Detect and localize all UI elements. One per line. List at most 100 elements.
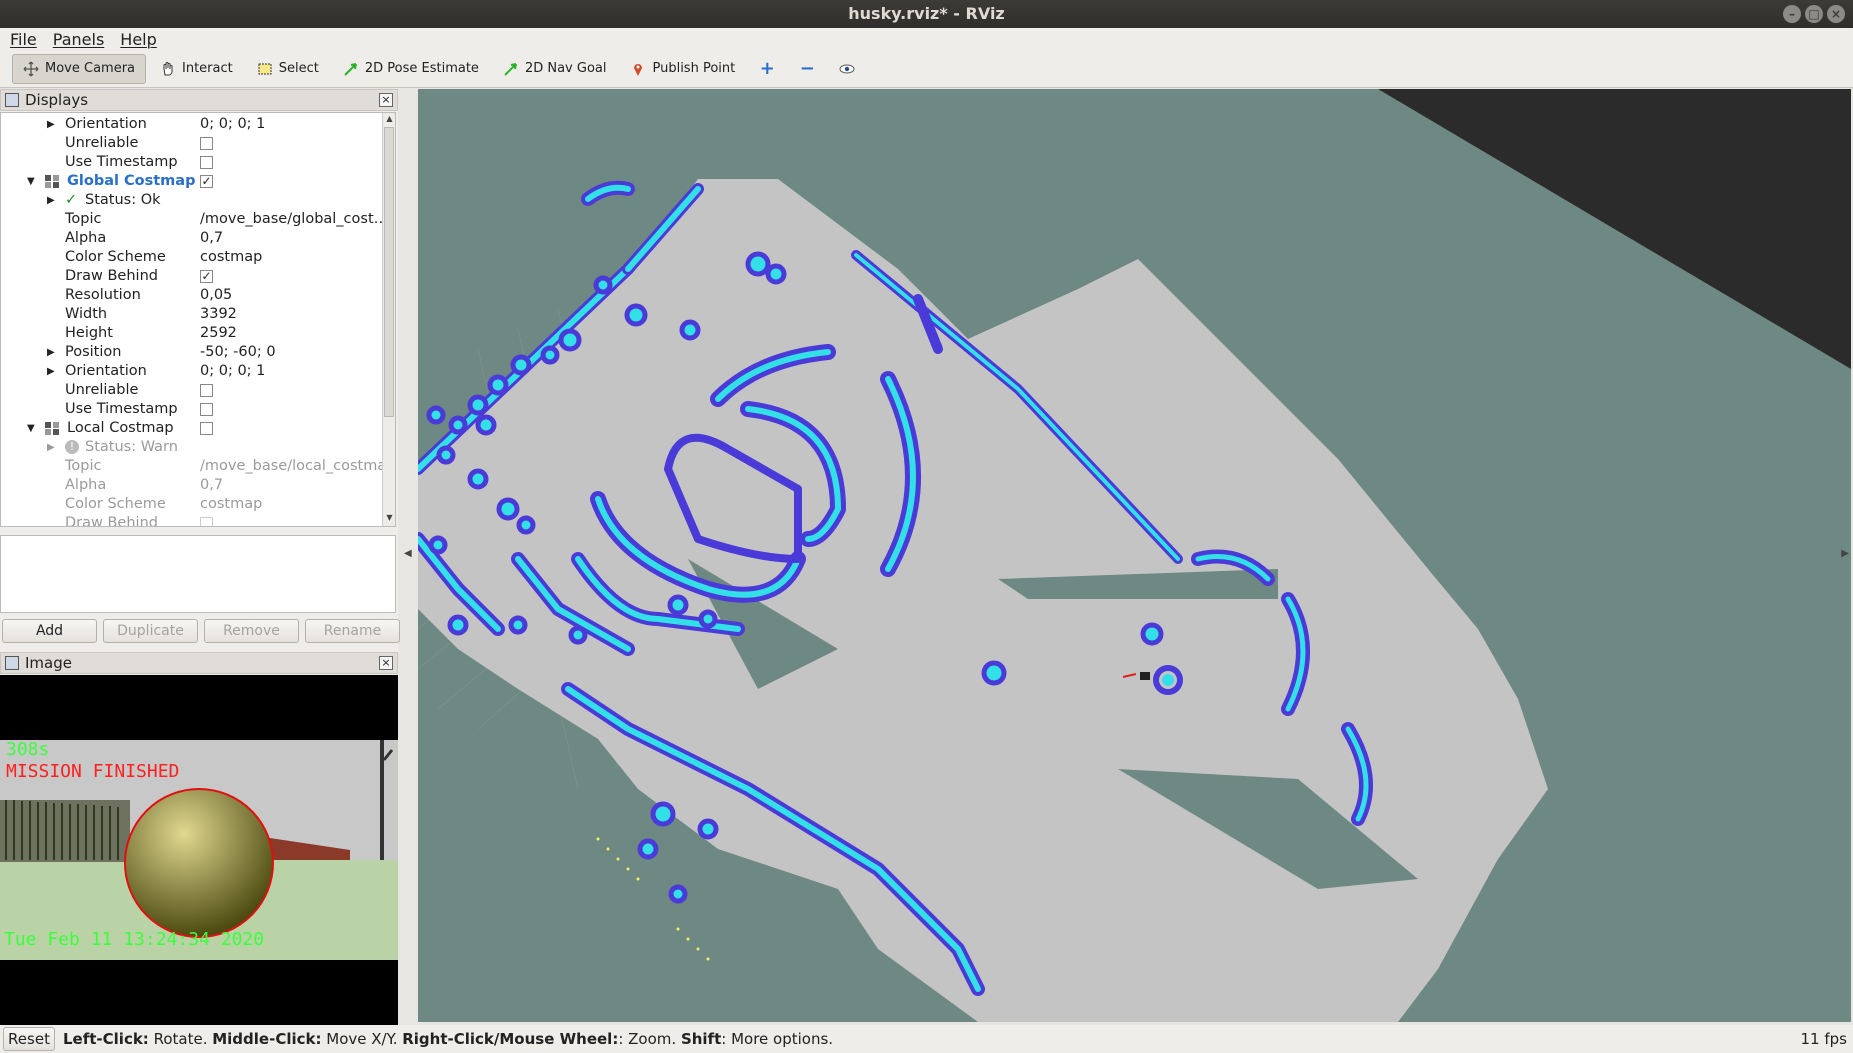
plus-icon: +: [759, 58, 775, 79]
draw-behind-checkbox[interactable]: ✓: [200, 270, 213, 283]
pose-estimate-label: 2D Pose Estimate: [364, 61, 479, 76]
unreliable-checkbox[interactable]: [200, 137, 213, 150]
move-camera-tool[interactable]: Move Camera: [12, 53, 147, 84]
maximize-icon[interactable]: □: [1805, 5, 1823, 23]
grid-icon: [45, 175, 59, 188]
tree-row[interactable]: Color Scheme costmap: [1, 495, 381, 514]
3d-render-view[interactable]: [418, 89, 1851, 1022]
scrollbar-thumb[interactable]: [384, 127, 394, 417]
minus-icon: −: [799, 58, 815, 79]
tree-row[interactable]: ▶ Position -50; -60; 0: [1, 343, 381, 362]
green-arrow-icon: [343, 61, 359, 77]
tree-row[interactable]: Draw Behind: [1, 514, 381, 526]
nav-goal-tool[interactable]: 2D Nav Goal: [493, 54, 617, 84]
row-value: 0,7: [200, 477, 224, 493]
expand-arrow-icon[interactable]: ▶: [47, 191, 55, 210]
row-label: Orientation: [65, 363, 147, 379]
tree-row[interactable]: Topic/move_base/local_costma…: [1, 457, 384, 476]
row-value: /move_base/local_costma…: [200, 458, 384, 474]
draw-behind-checkbox[interactable]: [200, 517, 213, 526]
menu-help[interactable]: Help: [120, 30, 156, 49]
tree-row[interactable]: Use Timestamp: [1, 400, 381, 419]
close-icon[interactable]: ×: [1827, 5, 1845, 23]
check-ok-icon: ✓: [65, 192, 78, 208]
expand-arrow-icon[interactable]: ▶: [47, 362, 55, 381]
row-label: Height: [65, 325, 113, 341]
tree-row[interactable]: ▶ Orientation 0; 0; 0; 1: [1, 115, 381, 134]
select-tool[interactable]: Select: [247, 54, 329, 84]
tree-row[interactable]: Color Scheme costmap: [1, 248, 381, 267]
add-button[interactable]: Add: [2, 619, 97, 643]
collapse-arrow-icon[interactable]: ▼: [27, 419, 35, 438]
row-label: Width: [65, 306, 108, 322]
image-icon: [5, 656, 19, 670]
row-value: 0,05: [200, 287, 233, 303]
expand-arrow-icon[interactable]: ▶: [47, 115, 55, 134]
hint-right-click: Right-Click/Mouse Wheel:: [402, 1030, 619, 1048]
collapse-arrow-icon[interactable]: ▼: [27, 172, 35, 191]
tree-row[interactable]: Draw Behind ✓: [1, 267, 381, 286]
reset-button[interactable]: Reset: [3, 1027, 55, 1051]
tree-scrollbar[interactable]: ▲ ▼: [382, 113, 395, 526]
unreliable-checkbox[interactable]: [200, 384, 213, 397]
tree-row[interactable]: ▶ Orientation 0; 0; 0; 1: [1, 362, 381, 381]
tree-row[interactable]: ▼ Global Costmap ✓: [1, 172, 381, 191]
tree-row[interactable]: ▶! Status: Warn: [1, 438, 381, 457]
row-value: costmap: [200, 496, 263, 512]
use-timestamp-checkbox[interactable]: [200, 156, 213, 169]
move-camera-label: Move Camera: [45, 61, 136, 76]
local-costmap-checkbox[interactable]: [200, 422, 213, 435]
remove-tool-button[interactable]: −: [789, 54, 825, 84]
camera-timestamp: Tue Feb 11 13:24:34 2020: [4, 929, 264, 950]
tree-row[interactable]: Use Timestamp: [1, 153, 381, 172]
remove-button[interactable]: Remove: [204, 619, 299, 643]
tree-row[interactable]: Alpha 0,7: [1, 476, 381, 495]
row-label: Use Timestamp: [65, 401, 178, 417]
tree-row[interactable]: Width 3392: [1, 305, 381, 324]
scroll-down-icon[interactable]: ▼: [383, 513, 395, 525]
publish-point-tool[interactable]: Publish Point: [620, 54, 745, 84]
row-label: Position: [65, 344, 122, 360]
minimize-icon[interactable]: –: [1783, 5, 1801, 23]
displays-tree[interactable]: ▶ Orientation 0; 0; 0; 1 Unreliable Use Ti…: [0, 112, 396, 527]
rename-button[interactable]: Rename: [305, 619, 400, 643]
displays-title: Displays: [25, 91, 89, 109]
tree-row[interactable]: ▼ Local Costmap: [1, 419, 381, 438]
costmap-visualization: [418, 89, 1851, 1022]
tree-row[interactable]: Resolution 0,05: [1, 286, 381, 305]
expand-arrow-icon[interactable]: ▶: [47, 438, 55, 457]
close-icon[interactable]: ×: [379, 93, 393, 107]
displays-header: Displays ×: [0, 89, 398, 111]
row-value: -50; -60; 0: [200, 344, 276, 360]
global-costmap-checkbox[interactable]: ✓: [200, 175, 213, 188]
tree-row[interactable]: Alpha 0,7: [1, 229, 381, 248]
tree-row[interactable]: Unreliable: [1, 134, 381, 153]
menu-panels[interactable]: Panels: [53, 30, 105, 49]
row-label: Alpha: [65, 477, 107, 493]
display-description: [0, 535, 396, 613]
tool-toolbar: Move Camera Interact Select 2D Pose Esti…: [0, 50, 1853, 88]
row-label: Orientation: [65, 116, 147, 132]
tree-row[interactable]: Height 2592: [1, 324, 381, 343]
tree-row[interactable]: Topic/move_base/global_cost…: [1, 210, 384, 229]
collapse-left-icon[interactable]: ◀: [404, 548, 412, 559]
interact-tool[interactable]: Interact: [150, 54, 243, 84]
tree-row[interactable]: Unreliable: [1, 381, 381, 400]
menu-file[interactable]: File: [10, 30, 37, 49]
tree-row[interactable]: ▶ ✓ Status: Ok: [1, 191, 381, 210]
view-tool-button[interactable]: [829, 54, 865, 84]
scroll-up-icon[interactable]: ▲: [383, 114, 395, 126]
add-tool-button[interactable]: +: [749, 54, 785, 84]
collapse-right-icon[interactable]: ▶: [1841, 548, 1849, 559]
window-title: husky.rviz* - RViz: [848, 4, 1005, 23]
hint-middle-click-action: Move X/Y.: [321, 1030, 403, 1048]
image-header: Image ×: [0, 652, 398, 674]
grid-icon: [45, 422, 59, 435]
use-timestamp-checkbox[interactable]: [200, 403, 213, 416]
move-camera-icon: [23, 61, 39, 77]
close-icon[interactable]: ×: [379, 656, 393, 670]
expand-arrow-icon[interactable]: ▶: [47, 343, 55, 362]
pose-estimate-tool[interactable]: 2D Pose Estimate: [333, 54, 489, 84]
duplicate-button[interactable]: Duplicate: [103, 619, 198, 643]
display-buttons: Add Duplicate Remove Rename: [2, 619, 400, 643]
